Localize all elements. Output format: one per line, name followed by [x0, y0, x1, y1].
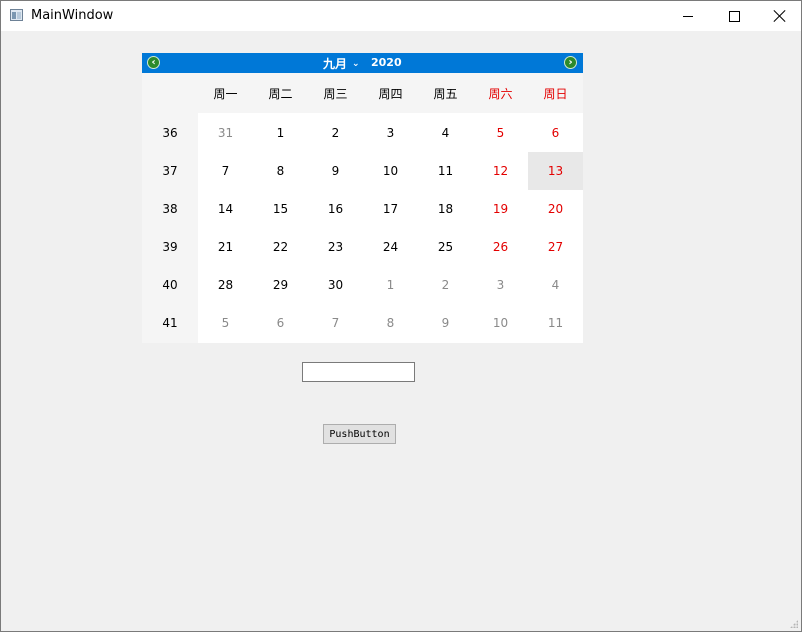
close-button[interactable] [757, 1, 802, 31]
calendar-day[interactable]: 5 [198, 304, 253, 342]
calendar-day[interactable]: 11 [528, 304, 583, 342]
calendar-day[interactable]: 16 [308, 190, 363, 228]
week-number-column: 36 37 38 39 40 41 [142, 113, 198, 343]
app-icon [10, 9, 23, 21]
calendar-day[interactable]: 17 [363, 190, 418, 228]
calendar-day[interactable]: 2 [308, 114, 363, 152]
weekday-header: 周一 [213, 86, 238, 101]
calendar-day[interactable]: 4 [418, 114, 473, 152]
calendar-day[interactable]: 20 [528, 190, 583, 228]
calendar-day[interactable]: 3 [473, 266, 528, 304]
push-button[interactable]: PushButton [323, 424, 396, 444]
close-icon [774, 10, 786, 22]
chevron-down-icon: ⌄ [352, 59, 360, 69]
calendar-day[interactable]: 10 [363, 152, 418, 190]
calendar-day[interactable]: 13 [528, 152, 583, 190]
calendar-day[interactable]: 21 [198, 228, 253, 266]
calendar-day[interactable]: 18 [418, 190, 473, 228]
title-bar: MainWindow [1, 1, 801, 31]
calendar-day[interactable]: 31 [198, 114, 253, 152]
calendar-day[interactable]: 15 [253, 190, 308, 228]
week-number: 39 [162, 240, 178, 254]
arrow-right-icon[interactable]: › [564, 56, 577, 69]
calendar-day[interactable]: 6 [528, 114, 583, 152]
calendar-day[interactable]: 11 [418, 152, 473, 190]
week-number: 37 [162, 164, 178, 178]
calendar-day[interactable]: 28 [198, 266, 253, 304]
calendar-day[interactable]: 29 [253, 266, 308, 304]
calendar-day[interactable]: 2 [418, 266, 473, 304]
calendar-widget: ‹ 九月 ⌄ 2020 › 周一 周二 周三 周四 周五 周六 周日 36 37 38 39 40 4… [142, 53, 583, 343]
week-number: 40 [162, 278, 178, 292]
calendar-day[interactable]: 19 [473, 190, 528, 228]
calendar-day[interactable]: 9 [418, 304, 473, 342]
calendar-day[interactable]: 8 [363, 304, 418, 342]
week-number: 41 [162, 316, 178, 330]
calendar-day[interactable]: 10 [473, 304, 528, 342]
week-number: 36 [162, 126, 178, 140]
weekday-header: 周二 [268, 86, 293, 101]
minimize-icon [683, 15, 693, 17]
calendar-day[interactable]: 23 [308, 228, 363, 266]
calendar-day[interactable]: 3 [363, 114, 418, 152]
calendar-day[interactable]: 24 [363, 228, 418, 266]
calendar-day[interactable]: 6 [253, 304, 308, 342]
main-window: MainWindow ‹ 九月 ⌄ 2020 › 周一 周二 周三 周四 周五 周六 周日 … [0, 0, 802, 632]
calendar-day[interactable]: 1 [253, 114, 308, 152]
calendar-day[interactable]: 4 [528, 266, 583, 304]
calendar-day[interactable]: 8 [253, 152, 308, 190]
year-selector[interactable]: 2020 [371, 56, 402, 69]
calendar-day[interactable]: 26 [473, 228, 528, 266]
calendar-day[interactable]: 7 [198, 152, 253, 190]
text-input[interactable] [302, 362, 415, 382]
month-selector[interactable]: 九月 [323, 55, 347, 72]
calendar-day[interactable]: 30 [308, 266, 363, 304]
weekday-header: 周日 [543, 86, 568, 101]
calendar-navigation-bar: ‹ 九月 ⌄ 2020 › [142, 53, 583, 73]
calendar-day[interactable]: 9 [308, 152, 363, 190]
calendar-day[interactable]: 7 [308, 304, 363, 342]
arrow-left-icon[interactable]: ‹ [147, 56, 160, 69]
resize-grip[interactable] [790, 620, 798, 628]
weekday-header-row: 周一 周二 周三 周四 周五 周六 周日 [142, 73, 583, 113]
weekday-header: 周五 [433, 86, 458, 101]
calendar-day[interactable]: 22 [253, 228, 308, 266]
weekday-header: 周六 [488, 86, 513, 101]
week-number: 38 [162, 202, 178, 216]
window-title: MainWindow [31, 8, 114, 23]
weekday-header: 周三 [323, 86, 348, 101]
calendar-day[interactable]: 25 [418, 228, 473, 266]
calendar-day[interactable]: 5 [473, 114, 528, 152]
maximize-button[interactable] [711, 1, 757, 31]
weekday-header: 周四 [378, 86, 403, 101]
maximize-icon [728, 10, 740, 22]
calendar-day[interactable]: 14 [198, 190, 253, 228]
minimize-button[interactable] [665, 1, 711, 31]
calendar-day[interactable]: 12 [473, 152, 528, 190]
calendar-day[interactable]: 27 [528, 228, 583, 266]
calendar-day[interactable]: 1 [363, 266, 418, 304]
